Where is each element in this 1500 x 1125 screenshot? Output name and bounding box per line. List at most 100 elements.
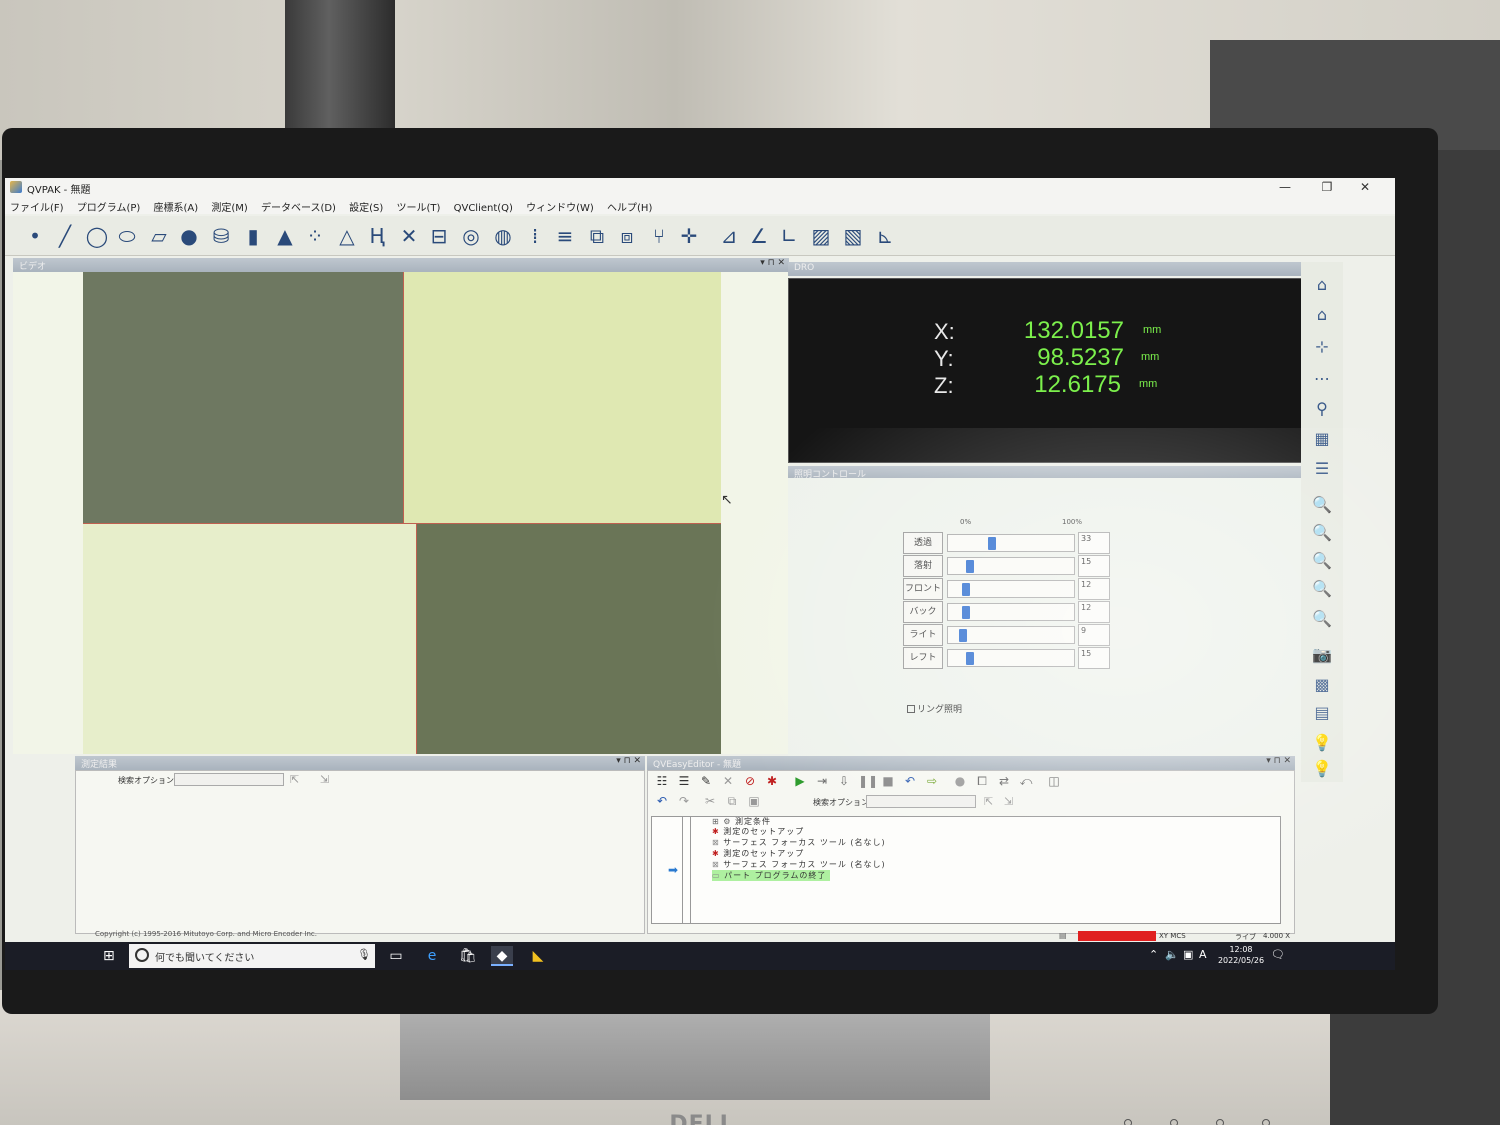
probe-icon[interactable]: ⚲ — [1311, 398, 1333, 420]
forward-icon[interactable]: ⇨ — [924, 773, 940, 789]
menu-settings[interactable]: 設定(S) — [344, 196, 388, 214]
redo-icon[interactable]: ↷ — [676, 793, 692, 809]
tree-item[interactable]: ✱ 測定のセットアップ — [712, 826, 804, 837]
qvpak-tool-taskbar-icon[interactable]: ◣ — [527, 946, 549, 966]
menu-window[interactable]: ウィンドウ(W) — [521, 196, 599, 214]
loop-icon[interactable]: ⇄ — [996, 773, 1012, 789]
axis-icon[interactable]: ⊹ — [1311, 336, 1333, 358]
intersect-tool-icon[interactable]: ✕ — [397, 224, 421, 248]
symmetry-tool-icon[interactable]: ⁞ — [523, 224, 547, 248]
coord-save-icon[interactable]: ▧ — [841, 224, 865, 248]
tree-item[interactable]: ⊠ サーフェス フォーカス ツール (名なし) — [712, 859, 886, 870]
align-xy-icon[interactable]: ⊿ — [717, 224, 741, 248]
task-view-icon[interactable]: ▭ — [385, 946, 407, 966]
menu-measure[interactable]: 測定(M) — [206, 196, 252, 214]
light-value-spinner[interactable]: 15 — [1078, 555, 1110, 577]
light-slider-thumb[interactable] — [962, 583, 970, 596]
line-tool-icon[interactable]: ╱ — [53, 224, 77, 248]
circle-tool-icon[interactable]: ◯ — [85, 224, 109, 248]
light-slider[interactable] — [947, 626, 1075, 644]
projection-tool-icon[interactable]: ◎ — [459, 224, 483, 248]
light-slider-thumb[interactable] — [966, 560, 974, 573]
clock[interactable]: 12:08 2022/05/26 — [1211, 944, 1271, 966]
undo-icon[interactable]: ↶ — [654, 793, 670, 809]
light-slider-thumb[interactable] — [962, 606, 970, 619]
sphere-tool-icon[interactable]: ● — [177, 224, 201, 248]
zoom-out-icon[interactable]: 🔍 — [1311, 550, 1333, 572]
zoom-select-icon[interactable]: 🔍 — [1311, 578, 1333, 600]
run-icon[interactable]: ▶ — [792, 773, 808, 789]
pause-icon[interactable]: ❚❚ — [858, 773, 878, 789]
store-icon[interactable]: 🛍 — [457, 946, 479, 966]
copy-tool-icon[interactable]: ⧈ — [615, 224, 639, 248]
align-rotate-icon[interactable]: ∟ — [777, 224, 801, 248]
angle-tool-icon[interactable]: △ — [335, 224, 359, 248]
align-z-icon[interactable]: ∠ — [747, 224, 771, 248]
video-view[interactable]: ↖ — [13, 272, 789, 754]
width-tool-icon[interactable]: ⊟ — [427, 224, 451, 248]
insert-step-icon[interactable]: ☷ — [654, 773, 670, 789]
editor-search-select[interactable] — [866, 795, 976, 808]
menu-qvclient[interactable]: QVClient(Q) — [449, 200, 518, 214]
menu-file[interactable]: ファイル(F) — [5, 196, 69, 214]
edit-step-icon[interactable]: ✎ — [698, 773, 714, 789]
monitor-button[interactable] — [1216, 1119, 1224, 1125]
qvpak-taskbar-icon[interactable]: ◆ — [491, 946, 513, 966]
network-icon[interactable]: ▣ — [1183, 948, 1193, 961]
editor-pane-controls[interactable]: ▾ ⊓ ✕ — [1266, 756, 1291, 766]
list-icon[interactable]: ☰ — [1311, 458, 1333, 480]
checkbox-box[interactable] — [907, 705, 915, 713]
light-slider[interactable] — [947, 603, 1075, 621]
cylinder-tall-tool-icon[interactable]: ▮ — [241, 224, 265, 248]
maximize-button[interactable]: ❐ — [1309, 178, 1345, 196]
sphere-fit-tool-icon[interactable]: ◍ — [491, 224, 515, 248]
branch-tool-icon[interactable]: ⑂ — [647, 224, 671, 248]
copy-icon[interactable]: ⧉ — [724, 793, 740, 809]
minimize-button[interactable]: — — [1267, 178, 1303, 196]
cone-tool-icon[interactable]: ▲ — [273, 224, 297, 248]
zoom-in-icon[interactable]: 🔍 — [1311, 522, 1333, 544]
offset-tool-icon[interactable]: ⧉ — [585, 224, 609, 248]
parallel-lines-tool-icon[interactable]: ≡ — [553, 224, 577, 248]
image-icon[interactable]: ▩ — [1311, 674, 1333, 696]
origin-tool-icon[interactable]: ✛ — [677, 224, 701, 248]
breakpoint-icon[interactable]: ✱ — [764, 773, 780, 789]
video-pane-controls[interactable]: ▾ ⊓ ✕ — [760, 258, 785, 268]
menu-program[interactable]: プログラム(P) — [72, 196, 146, 214]
record-icon[interactable]: ● — [952, 773, 968, 789]
windows-start-icon[interactable]: ⊞ — [103, 949, 117, 963]
light-value-spinner[interactable]: 12 — [1078, 578, 1110, 600]
point-tool-icon[interactable]: • — [23, 224, 47, 248]
light-value-spinner[interactable]: 33 — [1078, 532, 1110, 554]
home-icon[interactable]: ⌂ — [1311, 274, 1333, 296]
camera-icon[interactable]: 📷 — [1311, 644, 1333, 666]
stack-icon[interactable]: ▤ — [1311, 702, 1333, 724]
block-icon[interactable]: ⧠ — [974, 773, 990, 789]
ellipse-tool-icon[interactable]: ⬭ — [115, 224, 139, 248]
light-slider[interactable] — [947, 649, 1075, 667]
light-slider-thumb[interactable] — [988, 537, 996, 550]
ring-light-checkbox[interactable]: リング照明 — [907, 702, 962, 715]
home-set-icon[interactable]: ⌂ — [1311, 304, 1333, 326]
menu-database[interactable]: データベース(D) — [256, 196, 341, 214]
plane-tool-icon[interactable]: ▱ — [147, 224, 171, 248]
close-button[interactable]: ✕ — [1347, 178, 1383, 196]
split-view-icon[interactable]: ◫ — [1046, 773, 1062, 789]
light-slider-thumb[interactable] — [966, 652, 974, 665]
light-value-spinner[interactable]: 15 — [1078, 647, 1110, 669]
path-icon[interactable]: ⋯ — [1311, 368, 1333, 390]
results-search-select[interactable] — [174, 773, 284, 786]
distance-tool-icon[interactable]: Ⱨ — [365, 224, 389, 248]
volume-icon[interactable]: 🔈 — [1165, 948, 1179, 961]
tree-item[interactable]: ✱ 測定のセットアップ — [712, 848, 804, 859]
light-value-spinner[interactable]: 9 — [1078, 624, 1110, 646]
paste-icon[interactable]: ▣ — [746, 793, 762, 809]
light-bulb-icon[interactable]: 💡 — [1311, 732, 1333, 754]
editor-search-next-icon[interactable]: ⇲ — [1004, 795, 1013, 808]
grid-icon[interactable]: ▦ — [1311, 428, 1333, 450]
stop-icon[interactable]: ■ — [880, 773, 896, 789]
step-over-icon[interactable]: ⇩ — [836, 773, 852, 789]
results-pane-controls[interactable]: ▾ ⊓ ✕ — [616, 756, 641, 766]
zoom-fit-icon[interactable]: 🔍 — [1311, 608, 1333, 630]
cylinder-tool-icon[interactable]: ⛁ — [209, 224, 233, 248]
